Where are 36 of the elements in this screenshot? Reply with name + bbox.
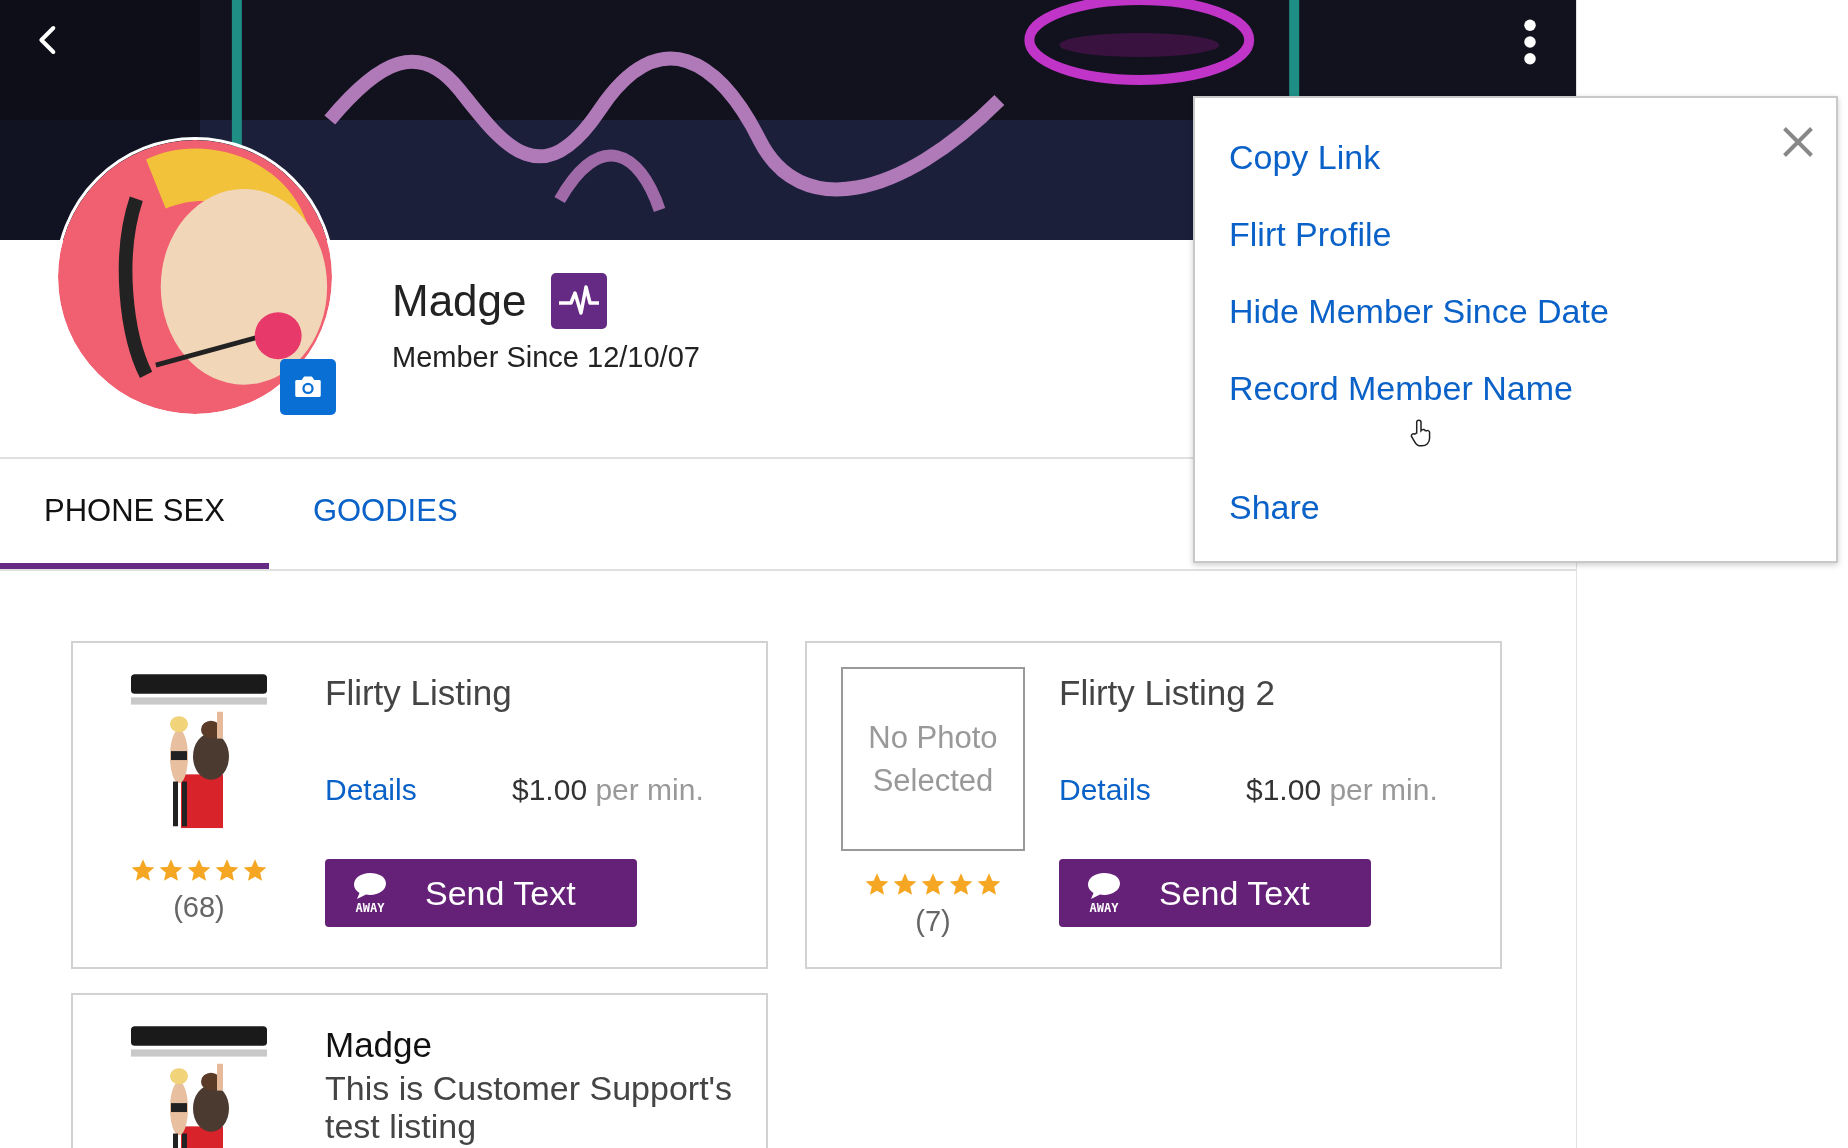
tab[interactable]: PHONE SEX xyxy=(0,459,269,569)
review-count: (68) xyxy=(173,891,225,924)
menu-item[interactable]: Hide Member Since Date xyxy=(1229,292,1609,331)
star-icon xyxy=(214,857,240,883)
member-since: Member Since 12/10/07 xyxy=(392,341,701,374)
listing-title: Flirty Listing 2 xyxy=(1059,673,1276,713)
star-icon xyxy=(130,857,156,883)
no-photo-text: No Photo Selected xyxy=(867,718,999,800)
menu-item[interactable]: Share xyxy=(1229,488,1320,527)
star-icon xyxy=(186,857,212,883)
listing-price: $1.00 per min. xyxy=(512,773,704,807)
listing-title: Madge xyxy=(325,1025,434,1065)
star-icon xyxy=(158,857,184,883)
profile-name: Madge xyxy=(392,276,527,326)
menu-item[interactable]: Record Member Name xyxy=(1229,369,1573,408)
star-icon xyxy=(864,871,890,897)
chat-bubble-icon xyxy=(1087,872,1121,900)
send-text-button[interactable]: AWAY Send Text xyxy=(325,859,637,927)
away-label: AWAY xyxy=(355,902,385,914)
listing-title: Flirty Listing xyxy=(325,673,513,713)
listing-description: This is Customer Support's test listing xyxy=(325,1069,734,1146)
listing-price: $1.00 per min. xyxy=(1246,773,1438,807)
star-icon xyxy=(920,871,946,897)
star-icon xyxy=(948,871,974,897)
details-link[interactable]: Details xyxy=(325,773,512,807)
review-count: (7) xyxy=(915,905,951,938)
chat-bubble-icon xyxy=(353,872,387,900)
pulse-icon xyxy=(550,273,607,329)
tab[interactable]: GOODIES xyxy=(268,459,502,569)
camera-icon[interactable] xyxy=(280,359,336,415)
details-link[interactable]: Details xyxy=(1059,773,1246,807)
star-icon xyxy=(242,857,268,883)
star-icon xyxy=(892,871,918,897)
send-text-button[interactable]: AWAY Send Text xyxy=(1059,859,1371,927)
star-icon xyxy=(976,871,1002,897)
away-label: AWAY xyxy=(1089,902,1119,914)
